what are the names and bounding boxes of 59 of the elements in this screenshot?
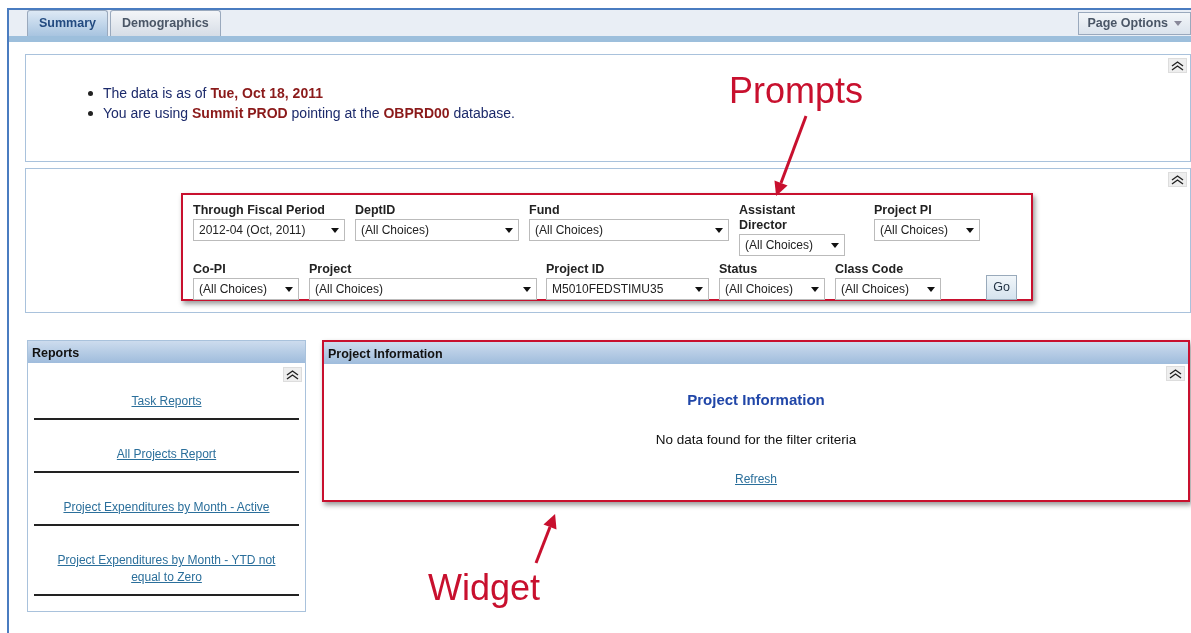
dropdown[interactable]: (All Choices)	[355, 219, 519, 241]
caret-icon	[831, 242, 839, 248]
caret-icon	[927, 286, 935, 292]
info-text: You are using Summit PROD pointing at the OBPRD00 database.	[103, 104, 515, 123]
dropdown[interactable]: (All Choices)	[309, 278, 537, 300]
field-label: Project ID	[546, 262, 606, 277]
tab[interactable]: Summary	[27, 10, 108, 36]
field-label: Status	[719, 262, 759, 277]
field-label: Class Code	[835, 262, 905, 277]
dropdown[interactable]: (All Choices)	[739, 234, 845, 256]
double-chevron-icon	[286, 369, 299, 380]
bullet-icon	[88, 90, 93, 96]
caret-icon	[966, 227, 974, 233]
callout-label: Widget	[428, 570, 541, 606]
collapse-button[interactable]	[1168, 172, 1187, 187]
double-chevron-icon	[1171, 174, 1184, 185]
field-label: DeptID	[355, 203, 397, 218]
double-chevron-icon	[1171, 60, 1184, 71]
field-label: Co-PI	[193, 262, 227, 277]
report-link[interactable]: Project Expenditures by Month - Active	[34, 499, 299, 516]
panel-title: Reports	[28, 341, 305, 363]
refresh-link[interactable]: Refresh	[735, 469, 777, 488]
info-text: The data is as of Tue, Oct 18, 2011	[103, 84, 323, 103]
dropdown[interactable]: (All Choices)	[529, 219, 729, 241]
field-label: Through Fiscal Period	[193, 203, 326, 218]
collapse-button[interactable]	[283, 367, 302, 382]
dropdown[interactable]: M5010FEDSTIMU35	[546, 278, 709, 300]
caret-icon	[1174, 20, 1182, 26]
tab[interactable]: Demographics	[110, 10, 221, 36]
caret-icon	[523, 286, 531, 292]
field-label: Project	[309, 262, 353, 277]
callout-arrow	[534, 513, 557, 564]
report-link[interactable]: Project Expenditures by Month - YTD not equal to Zero	[34, 552, 299, 586]
caret-icon	[331, 227, 339, 233]
dropdown[interactable]: (All Choices)	[719, 278, 825, 300]
dropdown[interactable]: (All Choices)	[193, 278, 299, 300]
field-label: Project PI	[874, 203, 933, 218]
page-options-button[interactable]: Page Options	[1078, 12, 1191, 35]
dropdown[interactable]: (All Choices)	[874, 219, 980, 241]
callout-label: Prompts	[729, 73, 864, 109]
report-link[interactable]: All Projects Report	[34, 446, 299, 463]
panel-heading: Project Information	[686, 390, 826, 410]
collapse-button[interactable]	[1168, 58, 1187, 73]
dropdown[interactable]: 2012-04 (Oct, 2011)	[193, 219, 345, 241]
caret-icon	[695, 286, 703, 292]
empty-message: No data found for the filter criteria	[654, 430, 858, 449]
field-label: Fund	[529, 203, 561, 218]
collapse-button[interactable]	[1166, 366, 1185, 381]
go-button[interactable]: Go	[986, 275, 1017, 300]
caret-icon	[715, 227, 723, 233]
bullet-icon	[88, 110, 93, 116]
dropdown[interactable]: (All Choices)	[835, 278, 941, 300]
double-chevron-icon	[1169, 368, 1182, 379]
panel-title: Project Information	[324, 342, 1188, 364]
caret-icon	[811, 286, 819, 292]
field-label: Assistant Director	[739, 203, 797, 233]
caret-icon	[285, 286, 293, 292]
report-link[interactable]: Task Reports	[34, 393, 299, 410]
caret-icon	[505, 227, 513, 233]
